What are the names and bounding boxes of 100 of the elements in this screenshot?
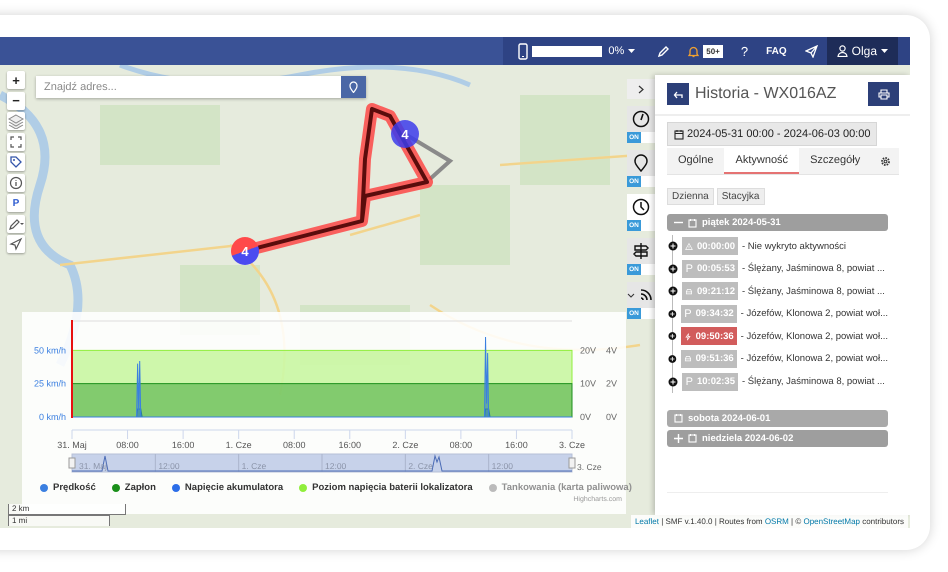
signpost-icon	[632, 242, 650, 260]
pin-icon	[349, 81, 358, 93]
layer-button[interactable]	[627, 282, 655, 308]
axis-label: 10V	[580, 378, 596, 389]
axis-label: 3. Cze	[577, 462, 602, 472]
axis-label: 0V	[580, 412, 592, 422]
axis-label: 2. Cze	[392, 440, 418, 450]
axis-label: 25 km/h	[34, 378, 66, 389]
axis-label: 1. Cze	[226, 440, 252, 450]
axis-label: 12:00	[158, 461, 180, 471]
filter-button[interactable]: Stacyjka	[716, 188, 764, 205]
layer-button[interactable]	[627, 150, 655, 176]
printer-icon	[878, 88, 890, 100]
timeline-node-icon[interactable]	[668, 286, 678, 296]
parking-button[interactable]: P	[7, 194, 25, 212]
axis-label: 3. Cze	[559, 440, 585, 450]
tab[interactable]: Ogólne	[667, 148, 724, 174]
info-icon[interactable]	[8, 174, 24, 190]
event-description: - Ślężany, Jaśminowa 8, powiat ...	[742, 263, 885, 274]
event-description: - Ślężany, Jaśminowa 8, powiat ...	[742, 286, 885, 297]
fullscreen-icon[interactable]	[8, 134, 24, 150]
date-range-button[interactable]: 2024-05-31 00:00 - 2024-06-03 00:00	[667, 122, 878, 146]
phone-icon[interactable]	[518, 42, 528, 60]
print-button[interactable]	[868, 82, 899, 106]
axis-label: 16:00	[338, 440, 362, 450]
layers-icon[interactable]	[8, 113, 24, 129]
axis-label: 2. Cze	[408, 461, 433, 471]
layer-button[interactable]	[627, 106, 655, 132]
faq-link[interactable]: FAQ	[757, 37, 796, 65]
axis-label: 12:00	[492, 461, 513, 471]
notification-badge: 50+	[703, 44, 723, 58]
axis-label: 12:00	[325, 461, 346, 471]
axis-label: 08:00	[450, 440, 472, 450]
settings-icon[interactable]	[880, 156, 891, 166]
event-time-badge: 00:00:00	[682, 237, 738, 255]
event-time-badge: P 09:34:32	[680, 304, 737, 323]
caret-icon	[881, 49, 888, 53]
chevron-down-icon	[627, 292, 635, 298]
plus-icon	[674, 434, 683, 443]
event-time-badge: P 00:05:53	[682, 260, 738, 278]
attribution-link[interactable]: OSRM	[764, 517, 789, 526]
scale-bar: 2 km	[8, 504, 126, 515]
layer-button[interactable]	[627, 194, 655, 220]
search-field[interactable]: Znajdź adres...	[36, 76, 341, 98]
chevron-right-icon[interactable]	[638, 84, 644, 94]
progress-dropdown[interactable]: 0%	[606, 45, 640, 57]
paper-plane-icon[interactable]	[804, 44, 818, 58]
legend-item[interactable]: Napięcie akumulatora	[184, 482, 284, 493]
axis-label: 08:00	[282, 440, 306, 450]
user-icon	[836, 45, 848, 57]
axis-label: 4V	[606, 345, 618, 356]
axis-label: 20V	[580, 345, 596, 356]
attribution-link[interactable]: Leaflet	[634, 517, 659, 526]
calendar-icon	[688, 433, 697, 444]
event-description: - Ślężany, Jaśminowa 8, powiat ...	[742, 376, 885, 388]
tab[interactable]: Szczegóły	[799, 148, 872, 174]
calendar-icon	[674, 128, 684, 140]
axis-label: 50 km/h	[34, 345, 66, 356]
legend-item[interactable]: Poziom napięcia baterii lokalizatora	[312, 482, 473, 493]
search-location-button[interactable]	[341, 76, 366, 98]
user-menu[interactable]: Olga	[826, 37, 898, 65]
help-button[interactable]: ?	[732, 37, 758, 65]
timeline-node-icon[interactable]	[668, 264, 678, 274]
timeline-node-icon[interactable]	[668, 331, 677, 342]
caret-icon	[628, 49, 636, 53]
bell-icon[interactable]	[688, 44, 700, 58]
panel-title: Historia - WX016AZ	[695, 85, 836, 103]
return-arrow-icon	[673, 90, 683, 98]
timeline-node-icon[interactable]	[668, 308, 677, 319]
timeline-node-icon[interactable]	[668, 376, 678, 387]
navigation-arrow-icon[interactable]	[8, 236, 24, 252]
navigator-handle	[568, 458, 576, 468]
filter-button[interactable]: Dzienna	[667, 188, 714, 205]
event-time-badge: 09:21:12	[682, 282, 738, 300]
legend-item[interactable]: Zapłon	[124, 482, 156, 493]
event-time-badge: P 10:02:35	[682, 372, 738, 391]
axis-label: 0V	[606, 412, 618, 422]
lightning-icon	[684, 330, 692, 342]
calendar-icon	[688, 218, 697, 228]
axis-label: 08:00	[116, 440, 139, 450]
legend-item[interactable]: Prędkość	[53, 482, 96, 493]
timeline-node-icon[interactable]	[668, 241, 678, 251]
layer-button[interactable]	[627, 238, 655, 264]
tag-icon[interactable]	[8, 154, 24, 170]
back-button[interactable]	[667, 83, 689, 105]
zoom-in-button[interactable]: +	[7, 71, 25, 89]
speedometer-icon	[632, 110, 650, 128]
tab[interactable]: Aktywność	[724, 148, 800, 174]
event-description: - Józefów, Klonowa 2, powiat woł...	[740, 353, 888, 364]
axis-label: 2V	[606, 378, 618, 389]
event-description: - Józefów, Klonowa 2, powiat woł...	[740, 308, 888, 320]
event-time-badge: 09:50:36	[680, 327, 737, 346]
axis-label: 16:00	[505, 440, 528, 450]
zoom-out-button[interactable]: −	[7, 92, 25, 110]
attribution-link[interactable]: OpenStreetMap	[803, 517, 860, 526]
scale-bar: 1 mi	[8, 515, 110, 526]
timeline-node-icon[interactable]	[668, 354, 677, 364]
axis-label: 1. Cze	[242, 461, 266, 471]
axis-label: 0 km/h	[38, 412, 66, 422]
pencil-icon[interactable]	[657, 44, 670, 58]
